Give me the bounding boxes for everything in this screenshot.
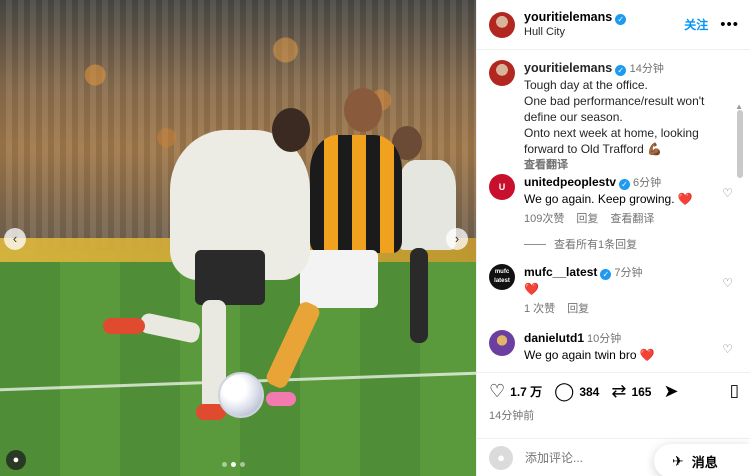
comment-actions: 109次赞 回复 查看翻译 bbox=[524, 211, 733, 227]
bookmark-icon[interactable]: ▯ bbox=[730, 381, 739, 401]
comment-reply-button[interactable]: 回复 bbox=[567, 301, 589, 317]
verified-badge-icon: ✓ bbox=[615, 65, 627, 76]
scrollbar-thumb[interactable] bbox=[737, 110, 743, 178]
comment-item: U unitedpeoplestv ✓ 6分钟 We go again. Keep … bbox=[489, 174, 733, 227]
player-boot bbox=[103, 318, 145, 334]
verified-badge-icon: ✓ bbox=[600, 269, 612, 280]
post-caption: youritielemans ✓ 14分钟 Tough day at the of… bbox=[489, 60, 729, 173]
like-count: 1.7 万 bbox=[510, 385, 543, 399]
caption-username[interactable]: youritielemans bbox=[524, 61, 612, 75]
verified-badge-icon: ✓ bbox=[619, 179, 631, 190]
comment-text: We go again. Keep growing. ❤️ bbox=[524, 192, 693, 206]
player-yellow-head bbox=[344, 88, 382, 132]
author-username[interactable]: youritielemans bbox=[524, 10, 612, 24]
comment-avatar[interactable]: U bbox=[489, 174, 515, 200]
player-leg bbox=[410, 248, 428, 343]
view-replies-button[interactable]: 查看所有1条回复 bbox=[524, 236, 637, 252]
heart-icon: ♡ bbox=[489, 381, 506, 401]
more-horizontal-icon[interactable]: ••• bbox=[720, 16, 739, 33]
player-yellow-shorts bbox=[300, 250, 378, 308]
player-white-head bbox=[272, 108, 310, 152]
post-photo: ‹ › ● bbox=[0, 0, 476, 476]
messages-button[interactable]: ✈ 消息 bbox=[654, 444, 750, 476]
messages-label: 消息 bbox=[691, 454, 718, 470]
repost-icon: ⇄ bbox=[611, 381, 627, 401]
comment-like-heart-icon[interactable]: ♡ bbox=[722, 186, 733, 200]
comment-avatar[interactable] bbox=[489, 330, 515, 356]
comment-username[interactable]: mufc__latest bbox=[524, 265, 597, 279]
post-location[interactable]: Hull City bbox=[524, 25, 684, 40]
author-info: youritielemans ✓ Hull City bbox=[524, 9, 684, 40]
comment-time: 10分钟 bbox=[587, 333, 622, 345]
caption-line: Onto next week at home, looking bbox=[524, 126, 699, 140]
carousel-dot-active bbox=[231, 462, 236, 467]
comment-count: 384 bbox=[579, 384, 600, 399]
comment-like-heart-icon[interactable]: ♡ bbox=[722, 342, 733, 356]
caption-line: One bad performance/result won't bbox=[524, 94, 705, 108]
comment-likes[interactable]: 109次赞 bbox=[524, 211, 564, 227]
comment-bubble-icon: ◯ bbox=[554, 381, 575, 401]
comment-like-heart-icon[interactable]: ♡ bbox=[722, 276, 733, 290]
verified-badge-icon: ✓ bbox=[615, 14, 627, 25]
comment-item: danielutd1 10分钟 We go again twin bro ❤️ ♡ bbox=[489, 330, 733, 363]
add-comment-input[interactable] bbox=[525, 450, 635, 465]
caption-time: 14分钟 bbox=[629, 63, 664, 75]
comment-username[interactable]: danielutd1 bbox=[524, 331, 584, 345]
comment-actions: 1 次赞 回复 bbox=[524, 301, 733, 317]
chevron-right-icon: › bbox=[454, 231, 460, 246]
comment-text: We go again twin bro ❤️ bbox=[524, 348, 655, 362]
comment-time: 6分钟 bbox=[633, 177, 662, 189]
view-replies-label: 查看所有1条回复 bbox=[554, 239, 638, 251]
action-row: ♡ 1.7 万 ◯ 384 ⇄ 165 ➤ ▯ bbox=[489, 381, 739, 402]
repost-count: 165 bbox=[631, 384, 652, 399]
comment-username[interactable]: unitedpeoplestv bbox=[524, 175, 616, 189]
post-side-panel: youritielemans ✓ Hull City 关注 ••• youriti… bbox=[476, 0, 750, 476]
comment-item: mufc latest mufc__latest ✓ 7分钟 ❤️ 1 次赞 回复 … bbox=[489, 264, 733, 317]
current-user-avatar: ● bbox=[489, 445, 513, 470]
post-action-bar: ♡ 1.7 万 ◯ 384 ⇄ 165 ➤ ▯ 14分钟前 bbox=[477, 372, 750, 438]
comment-translate-link[interactable]: 查看翻译 bbox=[610, 211, 654, 227]
caption-line: define our season. bbox=[524, 110, 623, 124]
comment-button[interactable]: ◯ 384 bbox=[554, 381, 599, 402]
caption-line: Tough day at the office. bbox=[524, 78, 648, 92]
comment-body: mufc__latest ✓ 7分钟 ❤️ 1 次赞 回复 bbox=[524, 264, 733, 317]
caption-body: youritielemans ✓ 14分钟 Tough day at the of… bbox=[524, 60, 704, 173]
football bbox=[218, 372, 264, 418]
replies-divider bbox=[524, 243, 546, 245]
post-header: youritielemans ✓ Hull City 关注 ••• bbox=[477, 0, 750, 50]
player-white-shorts bbox=[195, 250, 265, 305]
comment-time: 7分钟 bbox=[614, 267, 643, 279]
caption-translate-link[interactable]: 查看翻译 bbox=[524, 157, 704, 173]
user-icon: ● bbox=[12, 454, 20, 466]
repost-button[interactable]: ⇄ 165 bbox=[611, 381, 651, 402]
chevron-left-icon: ‹ bbox=[12, 231, 18, 246]
like-button[interactable]: ♡ 1.7 万 bbox=[489, 381, 542, 402]
comment-avatar[interactable]: mufc latest bbox=[489, 264, 515, 290]
comment-body: danielutd1 10分钟 We go again twin bro ❤️ bbox=[524, 330, 733, 363]
player-boot bbox=[266, 392, 296, 406]
carousel-dot bbox=[222, 462, 227, 467]
caption-author-avatar[interactable] bbox=[489, 60, 515, 86]
author-avatar[interactable] bbox=[489, 11, 515, 38]
player-yellow-kit bbox=[310, 135, 402, 253]
carousel-dots bbox=[222, 462, 245, 467]
carousel-dot bbox=[240, 462, 245, 467]
send-icon: ✈ bbox=[672, 452, 684, 469]
previous-image-button[interactable]: ‹ bbox=[4, 228, 26, 250]
comment-body: unitedpeoplestv ✓ 6分钟 We go again. Keep gr… bbox=[524, 174, 733, 227]
send-icon: ➤ bbox=[663, 381, 679, 401]
post-timestamp: 14分钟前 bbox=[489, 410, 535, 422]
comment-text: ❤️ bbox=[524, 282, 539, 296]
next-image-button[interactable]: › bbox=[446, 228, 468, 250]
comments-scroll-area[interactable]: youritielemans ✓ 14分钟 Tough day at the of… bbox=[477, 50, 750, 372]
comment-reply-button[interactable]: 回复 bbox=[576, 211, 598, 227]
comment-likes[interactable]: 1 次赞 bbox=[524, 301, 555, 317]
caption-line: forward to Old Trafford 💪🏾 bbox=[524, 142, 663, 156]
tagged-users-button[interactable]: ● bbox=[6, 450, 26, 470]
share-button[interactable]: ➤ bbox=[663, 381, 683, 402]
follow-button[interactable]: 关注 bbox=[684, 16, 708, 33]
